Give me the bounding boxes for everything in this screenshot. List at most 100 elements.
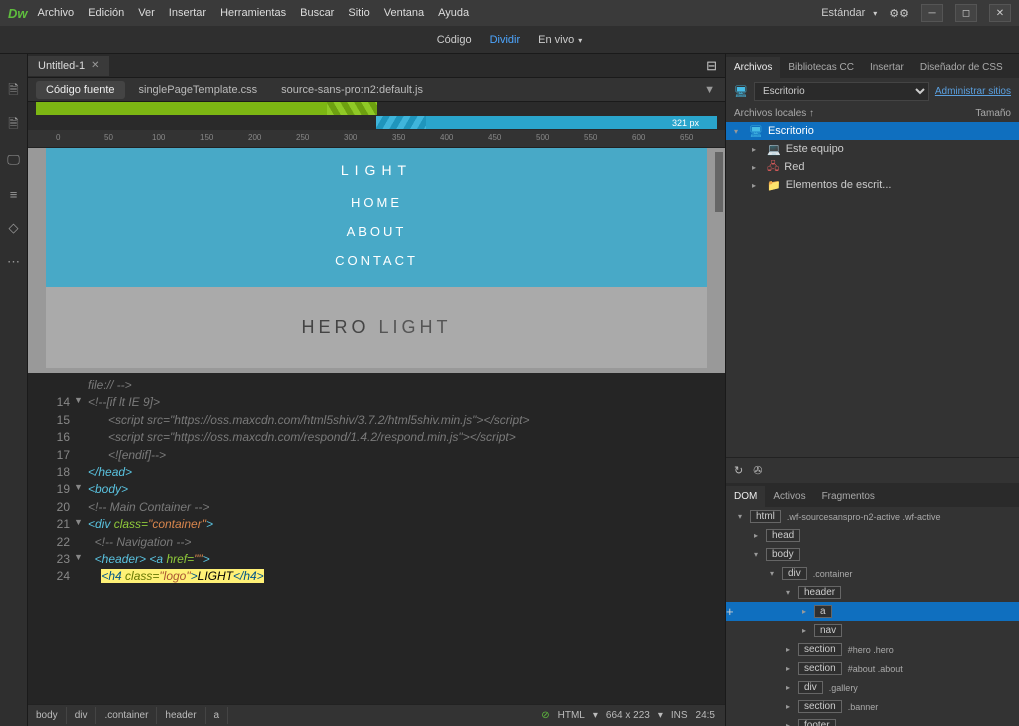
panel-tab[interactable]: Diseñador de CSS (912, 57, 1011, 78)
column-size[interactable]: Tamaño (975, 108, 1011, 119)
desktop-icon: 🖥 (734, 85, 748, 98)
close-tab-icon[interactable]: ✕ (91, 60, 99, 71)
files-column-headers[interactable]: Archivos locales ↑ Tamaño (726, 105, 1019, 122)
refresh-icon[interactable]: ↻ (734, 464, 743, 477)
files-panel-tabs: ArchivosBibliotecas CCInsertarDiseñador … (726, 54, 1019, 78)
breadcrumb-item[interactable]: a (206, 707, 229, 724)
preview-nav-item: CONTACT (46, 246, 707, 275)
breadcrumb-item[interactable]: div (67, 707, 97, 724)
view-split-button[interactable]: Dividir (490, 34, 521, 46)
horizontal-ruler: 050100150200250300350400450500550600650 (28, 130, 725, 148)
dom-panel: ▾html.wf-sourcesanspro-n2-active .wf-act… (726, 507, 1019, 726)
sync-settings-icon[interactable]: ⚙⚙ (889, 7, 909, 20)
panel-tab[interactable]: Archivos (726, 57, 780, 78)
file-tree-row[interactable]: ▸🖧Red (726, 158, 1019, 176)
view-mode-switcher: Código Dividir En vivo (0, 26, 1019, 54)
menu-ventana[interactable]: Ventana (384, 7, 424, 19)
chevron-down-icon[interactable]: ▾ (658, 710, 663, 721)
breadcrumb-item[interactable]: body (28, 707, 67, 724)
media-query-bar[interactable]: 320 px 321 px (28, 102, 725, 130)
window-minimize-icon[interactable]: ─ (921, 4, 943, 22)
dom-node[interactable]: +▸a (726, 602, 1019, 621)
cursor-position: 24:5 (696, 710, 715, 721)
workspace-selector[interactable]: Estándar (821, 7, 877, 19)
document-tab[interactable]: Untitled-1 ✕ (28, 56, 109, 76)
window-close-icon[interactable]: ✕ (989, 4, 1011, 22)
app-logo: Dw (8, 6, 28, 21)
menu-edición[interactable]: Edición (88, 7, 124, 19)
breadcrumb-item[interactable]: .container (96, 707, 157, 724)
dom-node[interactable]: ▾body (726, 545, 1019, 564)
preview-scrollbar[interactable] (715, 152, 723, 212)
document-tab-label: Untitled-1 (38, 60, 85, 72)
tag-selector-breadcrumb: bodydiv.containerheadera (28, 707, 228, 724)
file-management-icon[interactable]: 🗎 (6, 84, 22, 100)
collect-icon[interactable]: ✇ (753, 464, 762, 477)
add-element-icon[interactable]: + (726, 604, 734, 619)
panel-tab[interactable]: Bibliotecas CC (780, 57, 862, 78)
breadcrumb-item[interactable]: header (157, 707, 205, 724)
dom-node[interactable]: ▾html.wf-sourcesanspro-n2-active .wf-act… (726, 507, 1019, 526)
column-name[interactable]: Archivos locales ↑ (734, 108, 975, 119)
menu-ayuda[interactable]: Ayuda (438, 7, 469, 19)
more-tools-icon[interactable]: ⋯ (6, 254, 22, 270)
insert-mode[interactable]: INS (671, 710, 688, 721)
menu-ver[interactable]: Ver (138, 7, 155, 19)
preview-logo: LIGHT (46, 162, 707, 178)
panel-tab[interactable]: Fragmentos (814, 486, 883, 507)
file-tree-row[interactable]: ▸📁Elementos de escrit... (726, 176, 1019, 194)
related-js-tab[interactable]: source-sans-pro:n2:default.js (271, 81, 433, 99)
dom-node[interactable]: ▸nav (726, 621, 1019, 640)
panel-tab[interactable]: Insertar (862, 57, 912, 78)
hero-word-a: HERO (301, 317, 369, 337)
manage-sites-link[interactable]: Administrar sitios (935, 86, 1011, 97)
dom-node[interactable]: ▸section#hero .hero (726, 640, 1019, 659)
viewport-size[interactable]: 664 x 223 (606, 710, 650, 721)
panel-tab[interactable]: DOM (726, 486, 765, 507)
menu-archivo[interactable]: Archivo (38, 7, 75, 19)
breakpoint-min-321[interactable]: 321 px (376, 116, 717, 129)
menu-herramientas[interactable]: Herramientas (220, 7, 286, 19)
live-view-options-icon[interactable]: 🖵 (6, 152, 22, 168)
chevron-down-icon[interactable]: ▾ (593, 710, 598, 721)
expand-panels-icon[interactable]: ⊟ (706, 58, 725, 74)
view-code-button[interactable]: Código (437, 34, 472, 46)
live-preview-pane[interactable]: LIGHT HOMEABOUTCONTACT HERO LIGHT (28, 148, 725, 373)
window-restore-icon[interactable]: ◻ (955, 4, 977, 22)
site-dropdown[interactable]: Escritorio (754, 82, 929, 101)
file-tree-row[interactable]: ▸💻Este equipo (726, 140, 1019, 158)
dom-node[interactable]: ▸footer (726, 716, 1019, 726)
language-indicator[interactable]: HTML (558, 710, 585, 721)
menu-insertar[interactable]: Insertar (169, 7, 206, 19)
main-menu: Archivo Edición Ver Insertar Herramientas Bus… (38, 7, 822, 19)
hero-word-b: LIGHT (379, 317, 452, 337)
file-management-icon[interactable]: 🗎 (6, 118, 22, 134)
code-editor[interactable]: file:// -->14▼<!--[if lt IE 9]>15 <scrip… (28, 373, 725, 704)
expand-all-icon[interactable]: ≡ (6, 186, 22, 202)
app-menu-bar: Dw Archivo Edición Ver Insertar Herramientas… (0, 0, 1019, 26)
breakpoint-max-320[interactable]: 320 px (36, 102, 376, 115)
file-tree-row[interactable]: ▾🖥Escritorio (726, 122, 1019, 140)
dom-node[interactable]: ▸section.banner (726, 697, 1019, 716)
files-tree: ▾🖥Escritorio▸💻Este equipo▸🖧Red▸📁Elemento… (726, 122, 1019, 238)
no-errors-icon[interactable]: ⊘ (541, 710, 549, 721)
status-bar: bodydiv.containerheadera ⊘ HTML ▾ 664 x … (28, 704, 725, 726)
menu-buscar[interactable]: Buscar (300, 7, 334, 19)
dom-panel-tabs: DOMActivosFragmentos (726, 483, 1019, 507)
dom-node[interactable]: ▸div.gallery (726, 678, 1019, 697)
files-panel: 🖥 Escritorio Administrar sitios Archivos… (726, 78, 1019, 238)
dom-toolbar: ↻ ✇ (726, 457, 1019, 483)
preview-header: LIGHT HOMEABOUTCONTACT (46, 148, 707, 287)
dom-node[interactable]: ▸head (726, 526, 1019, 545)
view-live-button[interactable]: En vivo (538, 34, 582, 46)
menu-sitio[interactable]: Sitio (348, 7, 369, 19)
inspect-icon[interactable]: ◇ (6, 220, 22, 236)
dom-node[interactable]: ▾header (726, 583, 1019, 602)
dom-node[interactable]: ▸section#about .about (726, 659, 1019, 678)
source-code-tab[interactable]: Código fuente (36, 81, 125, 99)
related-files-bar: Código fuente singlePageTemplate.css sou… (28, 78, 725, 102)
filter-icon[interactable]: ▼ (704, 84, 715, 96)
related-css-tab[interactable]: singlePageTemplate.css (129, 81, 268, 99)
dom-node[interactable]: ▾div.container (726, 564, 1019, 583)
panel-tab[interactable]: Activos (765, 486, 813, 507)
